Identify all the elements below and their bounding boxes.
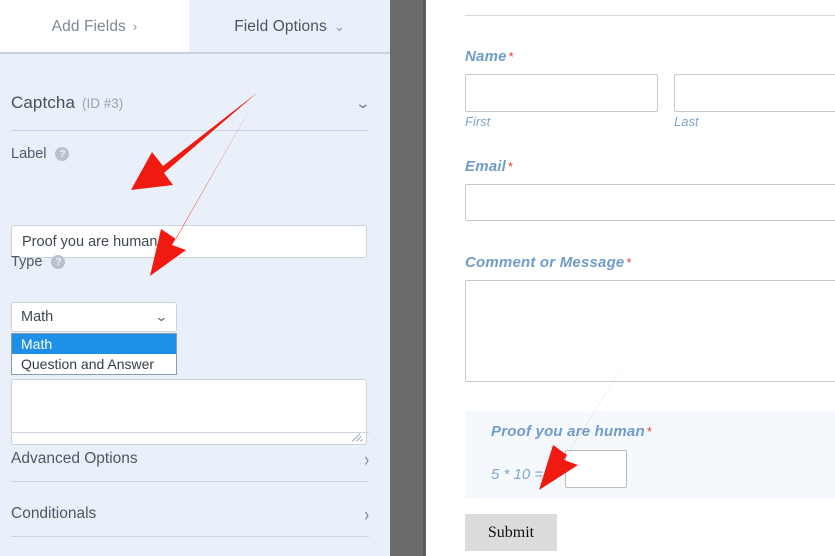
divider	[11, 481, 369, 482]
preview-captcha-block: Proof you are human * 5 * 10 =	[465, 411, 835, 499]
required-asterisk: *	[646, 424, 653, 439]
tab-field-options[interactable]: Field Options ⌄	[189, 0, 390, 53]
preview-sublabel-first: First	[465, 114, 491, 129]
divider	[11, 536, 369, 537]
accordion-advanced-options-label: Advanced Options	[11, 450, 138, 467]
app-root: Add Fields › Field Options ⌄ Captcha (ID…	[0, 0, 835, 556]
preview-label-name-text: Name	[465, 48, 507, 65]
type-option-question-and-answer[interactable]: Question and Answer	[12, 354, 176, 374]
preview-email-input[interactable]	[465, 184, 835, 221]
tab-add-fields-label: Add Fields	[51, 17, 126, 35]
field-title: Captcha	[11, 93, 76, 112]
captcha-equation: 5 * 10 =	[491, 466, 544, 483]
tab-add-fields[interactable]: Add Fields ›	[0, 0, 189, 53]
question-mark-icon[interactable]: ?	[51, 255, 66, 269]
preview-label-captcha: Proof you are human *	[491, 423, 652, 440]
chevron-down-icon: ⌄	[154, 309, 169, 324]
chevron-right-icon: ›	[364, 447, 369, 471]
preview-label-comment-text: Comment or Message	[465, 254, 625, 271]
divider	[11, 432, 369, 433]
type-select[interactable]: Math ⌄	[11, 302, 177, 332]
preview-name-last-input[interactable]	[674, 74, 835, 112]
label-field-label-text: Label	[11, 146, 47, 162]
chevron-right-icon: ›	[364, 502, 369, 526]
chevron-down-icon[interactable]: ⌄	[355, 95, 371, 112]
divider	[11, 130, 369, 131]
chevron-right-icon: ›	[132, 19, 138, 34]
accordion-conditionals[interactable]: Conditionals ›	[11, 492, 369, 536]
preview-label-email: Email *	[465, 158, 513, 175]
accordion-conditionals-label: Conditionals	[11, 505, 97, 522]
required-asterisk: *	[508, 159, 514, 174]
type-option-math[interactable]: Math	[12, 334, 176, 354]
required-asterisk: *	[508, 49, 514, 64]
panel-scrollbar-gutter[interactable]	[390, 0, 426, 556]
description-textarea[interactable]	[11, 379, 367, 445]
tab-field-options-label: Field Options	[234, 17, 327, 35]
preview-name-first-input[interactable]	[465, 74, 658, 112]
field-header-captcha[interactable]: Captcha (ID #3) ⌄	[11, 86, 371, 120]
form-preview: Name * First Last Email * Comment or Messa…	[426, 0, 835, 556]
builder-tabbar: Add Fields › Field Options ⌄	[0, 0, 390, 53]
field-options-body: Captcha (ID #3) ⌄ Label ? Type ? Math ⌄ …	[0, 54, 390, 556]
type-field-label-text: Type	[11, 254, 43, 270]
question-mark-icon[interactable]: ?	[55, 147, 70, 161]
required-asterisk: *	[626, 255, 632, 270]
type-field-label: Type ?	[11, 254, 66, 270]
preview-sublabel-last: Last	[674, 114, 699, 129]
accordion-advanced-options[interactable]: Advanced Options ›	[11, 437, 369, 481]
type-select-value: Math	[21, 309, 54, 325]
submit-button[interactable]: Submit	[465, 514, 557, 551]
preview-top-divider	[465, 15, 835, 16]
field-id: (ID #3)	[82, 95, 124, 111]
preview-label-email-text: Email	[465, 158, 507, 175]
captcha-answer-input[interactable]	[565, 450, 627, 488]
preview-label-comment: Comment or Message *	[465, 254, 632, 271]
type-select-dropdown[interactable]: Math Question and Answer	[11, 333, 177, 375]
field-options-panel: Add Fields › Field Options ⌄ Captcha (ID…	[0, 0, 390, 556]
preview-label-name: Name *	[465, 48, 514, 65]
preview-comment-textarea[interactable]	[465, 280, 835, 382]
chevron-down-icon: ⌄	[333, 19, 345, 34]
preview-label-captcha-text: Proof you are human	[491, 423, 645, 440]
label-field-label: Label ?	[11, 146, 70, 162]
